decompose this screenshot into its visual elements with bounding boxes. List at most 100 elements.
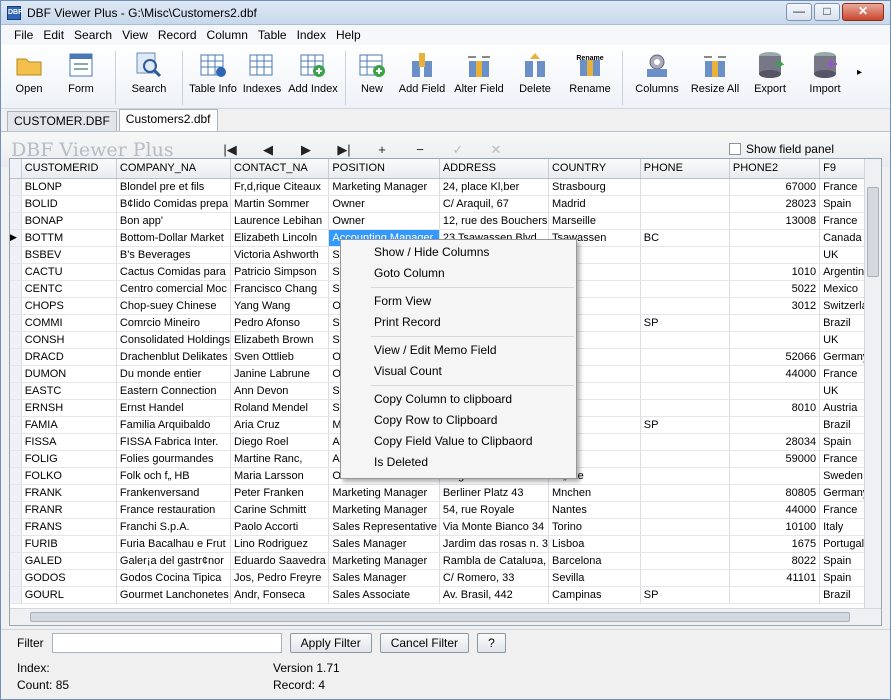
horizontal-scrollbar[interactable]	[10, 608, 881, 625]
grid-cell[interactable]	[729, 331, 821, 349]
row-indicator[interactable]	[10, 535, 22, 553]
grid-cell[interactable]: CONSH	[21, 331, 117, 349]
grid-cell[interactable]: Folies gourmandes	[116, 450, 232, 468]
grid-cell[interactable]: FURIB	[21, 535, 117, 553]
grid-cell[interactable]: 8010	[729, 399, 821, 417]
grid-cell[interactable]: 10100	[729, 518, 821, 536]
row-indicator[interactable]	[10, 450, 22, 468]
grid-cell[interactable]: Sales Manager	[328, 535, 440, 553]
grid-cell[interactable]: COMMI	[21, 314, 117, 332]
grid-cell[interactable]	[640, 331, 730, 349]
cancel-filter-button[interactable]: Cancel Filter	[379, 632, 470, 653]
grid-cell[interactable]: GOURL	[21, 586, 117, 604]
grid-cell[interactable]: 44000	[729, 365, 821, 383]
context-menu-item-form-view[interactable]: Form View	[341, 291, 576, 312]
table-row[interactable]: GALED Galer¡a del gastr¢nor Eduardo Saaved…	[10, 552, 881, 570]
vertical-scrollbar[interactable]	[864, 159, 881, 609]
grid-cell[interactable]: France restauration	[116, 501, 232, 519]
column-header-position[interactable]: POSITION	[328, 159, 440, 179]
grid-cell[interactable]: CHOPS	[21, 297, 117, 315]
context-menu-item-print-record[interactable]: Print Record	[341, 312, 576, 333]
grid-cell[interactable]: 41101	[729, 569, 821, 587]
grid-cell[interactable]: Eastern Connection	[116, 382, 232, 400]
grid-cell[interactable]: Rambla de Catalu¤a,	[439, 552, 549, 570]
grid-cell[interactable]: 1010	[729, 263, 821, 281]
grid-cell[interactable]: B's Beverages	[116, 246, 232, 264]
horizontal-scroll-thumb[interactable]	[30, 612, 850, 622]
grid-cell[interactable]: 80805	[729, 484, 821, 502]
row-indicator[interactable]	[10, 416, 22, 434]
row-indicator[interactable]	[10, 212, 22, 230]
grid-cell[interactable]: Furia Bacalhau e Frut	[116, 535, 232, 553]
grid-cell[interactable]: Campinas	[548, 586, 641, 604]
grid-cell[interactable]: FOLKO	[21, 467, 117, 485]
grid-cell[interactable]: Nantes	[548, 501, 641, 519]
menu-table[interactable]: Table	[253, 25, 292, 45]
grid-cell[interactable]	[729, 382, 821, 400]
grid-cell[interactable]: Franchi S.p.A.	[116, 518, 232, 536]
toolbar-open-button[interactable]: Open	[7, 47, 51, 107]
grid-cell[interactable]: FAMIA	[21, 416, 117, 434]
grid-cell[interactable]: Bon app'	[116, 212, 232, 230]
grid-cell[interactable]	[729, 229, 821, 247]
grid-cell[interactable]	[640, 501, 730, 519]
grid-cell[interactable]: Fr,d,rique Citeaux	[230, 178, 330, 196]
grid-cell[interactable]	[640, 178, 730, 196]
grid-cell[interactable]: Torino	[548, 518, 641, 536]
toolbar-search-button[interactable]: Search	[120, 47, 178, 107]
grid-cell[interactable]	[640, 467, 730, 485]
grid-cell[interactable]: SP	[640, 314, 730, 332]
grid-cell[interactable]: Blondel pre et fils	[116, 178, 232, 196]
grid-cell[interactable]	[729, 314, 821, 332]
context-menu-item-copy-field-value-to-clipbaord[interactable]: Copy Field Value to Clipbaord	[341, 431, 576, 452]
grid-cell[interactable]: 59000	[729, 450, 821, 468]
apply-filter-button[interactable]: Apply Filter	[289, 632, 372, 653]
toolbar-alter-field-button[interactable]: Alter Field	[450, 47, 508, 107]
grid-cell[interactable]: Patricio Simpson	[230, 263, 330, 281]
grid-cell[interactable]	[640, 484, 730, 502]
show-field-panel-checkbox[interactable]	[728, 143, 741, 155]
grid-cell[interactable]: Folk och f„ HB	[116, 467, 232, 485]
grid-cell[interactable]: Marketing Manager	[328, 178, 440, 196]
row-indicator[interactable]	[10, 314, 22, 332]
column-header-phone2[interactable]: PHONE2	[729, 159, 821, 179]
grid-cell[interactable]: FISSA Fabrica Inter.	[116, 433, 232, 451]
grid-cell[interactable]: FISSA	[21, 433, 117, 451]
table-row[interactable]: BONAP Bon app' Laurence Lebihan Owner 12, ru…	[10, 212, 881, 230]
grid-cell[interactable]: Sevilla	[548, 569, 641, 587]
table-row[interactable]: FRANR France restauration Carine Schmitt Ma…	[10, 501, 881, 519]
grid-cell[interactable]: Francisco Chang	[230, 280, 330, 298]
column-header-phone[interactable]: PHONE	[640, 159, 730, 179]
grid-cell[interactable]	[640, 382, 730, 400]
grid-cell[interactable]: 28023	[729, 195, 821, 213]
grid-cell[interactable]: Carine Schmitt	[230, 501, 330, 519]
column-header-country[interactable]: COUNTRY	[548, 159, 641, 179]
grid-cell[interactable]	[640, 348, 730, 366]
grid-cell[interactable]	[640, 297, 730, 315]
table-row[interactable]: BOLID B¢lido Comidas prepa Martin Sommer Ow…	[10, 195, 881, 213]
grid-cell[interactable]: Sales Representative	[328, 518, 440, 536]
grid-cell[interactable]: DRACD	[21, 348, 117, 366]
grid-cell[interactable]	[640, 518, 730, 536]
grid-cell[interactable]: Comrcio Mineiro	[116, 314, 232, 332]
grid-cell[interactable]: Martine Ranc,	[230, 450, 330, 468]
grid-cell[interactable]: Familia Arquibaldo	[116, 416, 232, 434]
row-indicator[interactable]	[10, 365, 22, 383]
context-menu-item-copy-column-to-clipboard[interactable]: Copy Column to clipboard	[341, 389, 576, 410]
table-row[interactable]: GOURL Gourmet Lanchonetes Andr, Fonseca Sal…	[10, 586, 881, 604]
grid-cell[interactable]: FRANK	[21, 484, 117, 502]
grid-cell[interactable]: Sven Ottlieb	[230, 348, 330, 366]
grid-cell[interactable]: Maria Larsson	[230, 467, 330, 485]
row-indicator[interactable]	[10, 348, 22, 366]
grid-cell[interactable]: Av. Brasil, 442	[439, 586, 549, 604]
grid-cell[interactable]: Ann Devon	[230, 382, 330, 400]
grid-cell[interactable]: BOLID	[21, 195, 117, 213]
toolbar-resize-all-button[interactable]: Resize All	[687, 47, 743, 107]
grid-cell[interactable]	[729, 586, 821, 604]
grid-cell[interactable]	[640, 535, 730, 553]
grid-cell[interactable]	[640, 280, 730, 298]
grid-cell[interactable]: BONAP	[21, 212, 117, 230]
grid-cell[interactable]: 54, rue Royale	[439, 501, 549, 519]
grid-cell[interactable]: 13008	[729, 212, 821, 230]
grid-cell[interactable]: 28034	[729, 433, 821, 451]
